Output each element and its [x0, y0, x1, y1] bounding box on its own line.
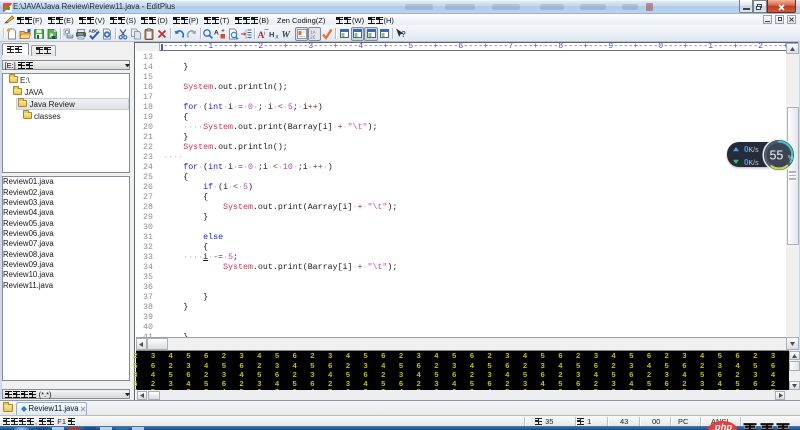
- svg-text:55: 55: [769, 148, 783, 162]
- svg-text:x: x: [276, 34, 279, 40]
- svg-text:?: ?: [401, 30, 406, 39]
- svg-text:2C: 2C: [310, 34, 316, 39]
- svg-text:t: t: [264, 31, 266, 37]
- svg-text:A: A: [214, 29, 219, 36]
- svg-text:%: %: [788, 155, 794, 161]
- svg-text:H: H: [269, 30, 274, 39]
- svg-text:W: W: [282, 30, 291, 40]
